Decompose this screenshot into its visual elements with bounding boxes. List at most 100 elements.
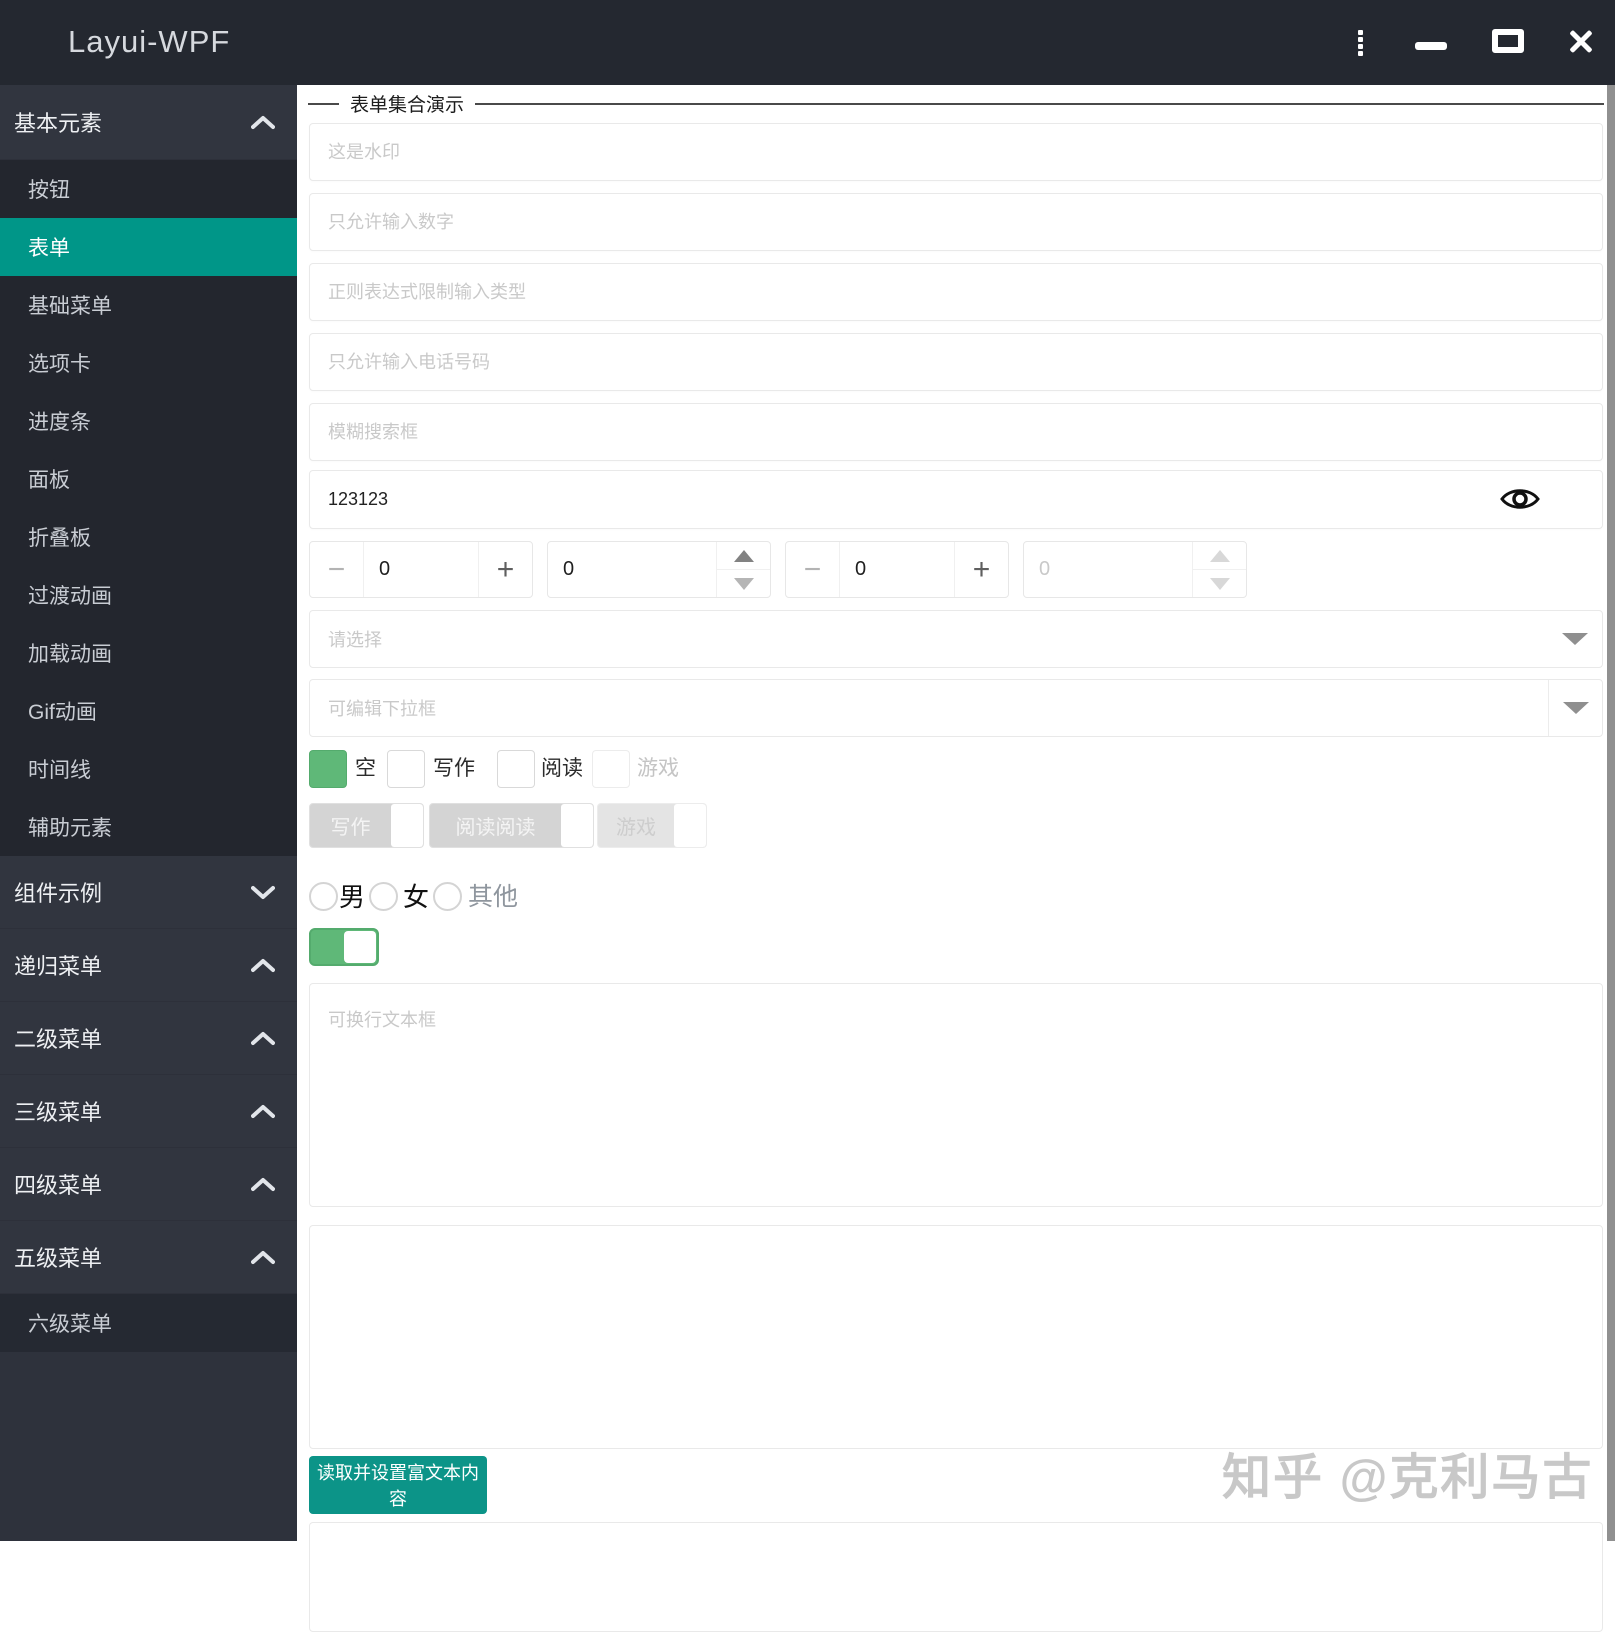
chevron-up-icon [251, 1250, 275, 1264]
number-stepper-spin: 0 [547, 541, 771, 598]
radio-label: 女 [403, 882, 430, 912]
stepper-value[interactable]: 0 [548, 542, 716, 597]
number-stepper-plus-minus: − 0 + [309, 541, 533, 598]
chevron-down-icon [1562, 633, 1588, 645]
numbers-only-input[interactable] [309, 193, 1603, 251]
combobox-placeholder: 可编辑下拉框 [328, 699, 436, 719]
close-button[interactable] [1558, 18, 1604, 64]
regex-restricted-input[interactable] [309, 263, 1603, 321]
toggle-knob [344, 931, 376, 963]
fuzzy-search-input[interactable] [309, 403, 1603, 461]
kebab-menu-icon[interactable] [1350, 28, 1370, 58]
sidebar-item-transition-animation[interactable]: 过渡动画 [0, 566, 297, 624]
maximize-button[interactable] [1485, 18, 1531, 64]
form-demo-panel: 表单集合演示 − 0 + 0 − 0 + 0 请选择 [297, 85, 1607, 1632]
chevron-down-icon [1562, 702, 1589, 714]
stepper-value: 0 [1039, 558, 1051, 580]
increment-button[interactable]: + [478, 542, 532, 597]
checkbox-writing[interactable] [387, 750, 425, 788]
checkbox-empty[interactable] [309, 750, 347, 788]
checkbox-label: 写作 [433, 757, 475, 780]
decrement-button[interactable]: − [786, 542, 840, 597]
password-input[interactable] [309, 470, 1603, 529]
triangle-down-icon [1209, 577, 1230, 590]
title-bar: Layui-WPF [0, 0, 1615, 85]
sidebar-item-basic-menu[interactable]: 基础菜单 [0, 276, 297, 334]
sidebar-item-progressbar[interactable]: 进度条 [0, 392, 297, 450]
sidebar-item-collapse[interactable]: 折叠板 [0, 508, 297, 566]
spin-up-button [1193, 542, 1246, 570]
sidebar-item-button[interactable]: 按钮 [0, 160, 297, 218]
switch-knob [391, 804, 423, 847]
switch-knob [561, 804, 593, 847]
chevron-up-icon [251, 958, 275, 972]
checkbox-reading[interactable] [497, 750, 535, 788]
eye-icon[interactable] [1497, 484, 1543, 514]
spin-down-button[interactable] [717, 570, 770, 597]
vertical-scrollbar[interactable] [1607, 85, 1615, 1541]
sidebar-item-auxiliary[interactable]: 辅助元素 [0, 798, 297, 856]
increment-button[interactable]: + [954, 542, 1008, 597]
phone-number-input[interactable] [309, 333, 1603, 391]
decrement-button[interactable]: − [310, 542, 364, 597]
toggle-switch-on[interactable] [309, 928, 379, 966]
bottom-box[interactable] [309, 1522, 1603, 1632]
editable-combobox[interactable]: 可编辑下拉框 [309, 679, 1603, 737]
minimize-icon [1415, 42, 1447, 50]
sidebar-group-recursive-menu[interactable]: 递归菜单 [0, 929, 297, 1002]
sidebar-item-form[interactable]: 表单 [0, 218, 297, 276]
app-title: Layui-WPF [68, 24, 231, 59]
close-icon [1566, 26, 1596, 56]
sidebar-group-level4-menu[interactable]: 四级菜单 [0, 1148, 297, 1221]
sidebar-group-component-demo[interactable]: 组件示例 [0, 856, 297, 929]
radio-male[interactable] [309, 882, 338, 911]
switch-knob [674, 804, 706, 847]
checkbox-label: 游戏 [637, 757, 679, 780]
load-richtext-button[interactable]: 读取并设置富文本内容 [309, 1456, 487, 1514]
groupbox-border [308, 103, 1604, 105]
sidebar-group-label: 基本元素 [14, 111, 103, 136]
multiline-textbox[interactable] [309, 983, 1603, 1207]
radio-female[interactable] [369, 882, 398, 911]
number-stepper-plus-minus: − 0 + [785, 541, 1009, 598]
chevron-up-icon [251, 1177, 275, 1191]
checkbox-label: 阅读 [541, 757, 583, 780]
sidebar-group-level2-menu[interactable]: 二级菜单 [0, 1002, 297, 1075]
sidebar-group-level5-menu[interactable]: 五级菜单 [0, 1221, 297, 1294]
maximize-icon [1492, 29, 1524, 53]
select-placeholder: 请选择 [328, 630, 382, 650]
sidebar-item-loading-animation[interactable]: 加载动画 [0, 624, 297, 682]
minimize-button[interactable] [1408, 18, 1454, 64]
combobox-dropdown-button[interactable] [1548, 680, 1602, 736]
sidebar-group-level3-menu[interactable]: 三级菜单 [0, 1075, 297, 1148]
chevron-down-icon [251, 885, 275, 899]
triangle-down-icon [733, 577, 754, 590]
select-dropdown[interactable]: 请选择 [309, 610, 1603, 668]
sidebar: 基本元素 按钮 表单 基础菜单 选项卡 进度条 面板 折叠板 过渡动画 加载动画… [0, 85, 297, 1541]
groupbox-title: 表单集合演示 [339, 90, 476, 117]
switch-button-row: 写作 阅读阅读 游戏 [309, 803, 1603, 848]
spin-up-button[interactable] [717, 542, 770, 570]
sidebar-group-basic-elements[interactable]: 基本元素 [0, 85, 297, 160]
chevron-up-icon [251, 1104, 275, 1118]
checkbox-label: 空 [355, 757, 376, 780]
sidebar-item-panel[interactable]: 面板 [0, 450, 297, 508]
sidebar-item-timeline[interactable]: 时间线 [0, 740, 297, 798]
chevron-up-icon [251, 1031, 275, 1045]
sidebar-item-tabs[interactable]: 选项卡 [0, 334, 297, 392]
spin-down-button [1193, 570, 1246, 597]
triangle-up-icon [1209, 549, 1230, 562]
switch-button-writing[interactable]: 写作 [309, 803, 424, 848]
watermark-input[interactable] [309, 123, 1603, 181]
stepper-value[interactable]: 0 [364, 542, 478, 597]
stepper-value[interactable]: 0 [840, 542, 954, 597]
switch-button-game-disabled: 游戏 [597, 803, 707, 848]
sidebar-item-level6-menu[interactable]: 六级菜单 [0, 1294, 297, 1352]
checkbox-game-disabled [592, 750, 630, 788]
switch-button-reading[interactable]: 阅读阅读 [429, 803, 594, 848]
radio-label: 其他 [468, 883, 519, 911]
radio-label: 男 [339, 882, 366, 912]
richtext-box[interactable] [309, 1225, 1603, 1449]
triangle-up-icon [733, 549, 754, 562]
sidebar-item-gif-animation[interactable]: Gif动画 [0, 682, 297, 740]
